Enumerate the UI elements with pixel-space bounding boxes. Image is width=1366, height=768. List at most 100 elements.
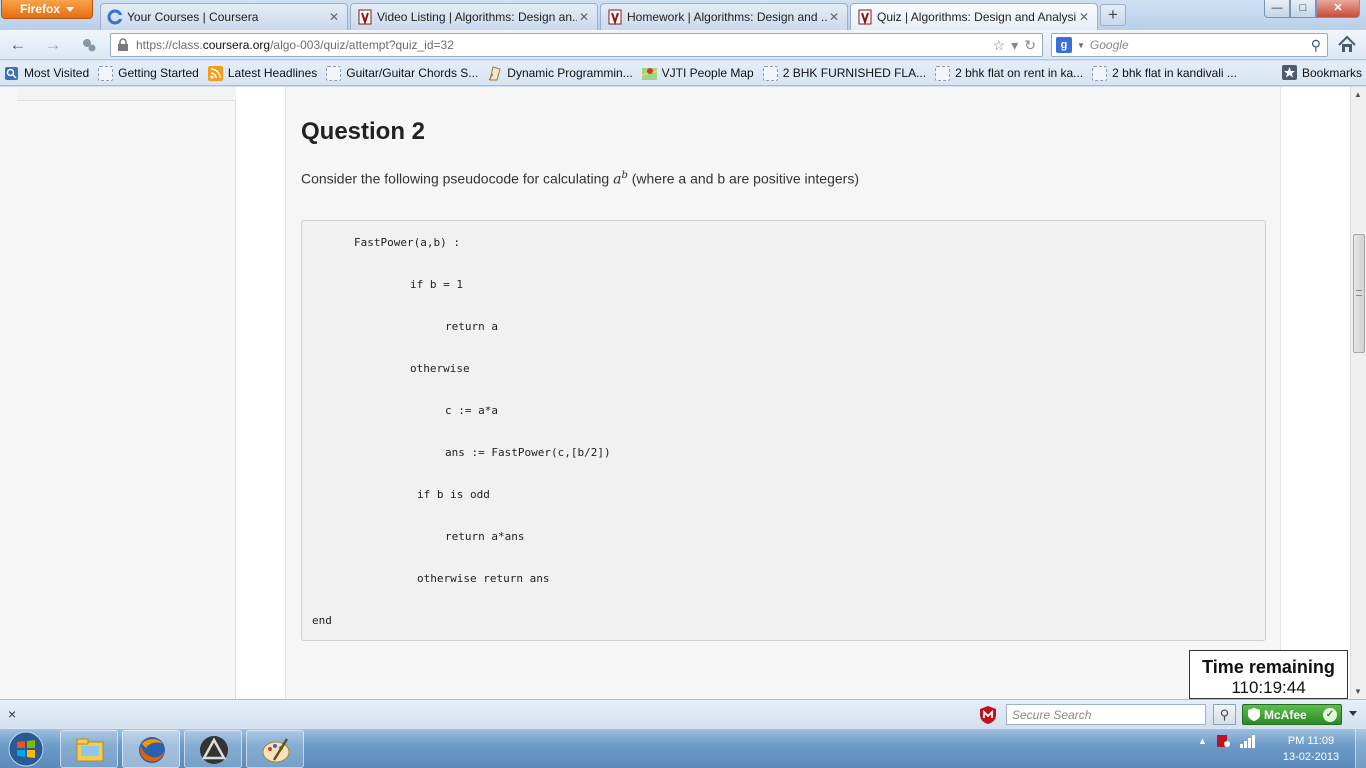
tab-close-icon[interactable]: ✕ [827,10,841,24]
bookmarks-star-icon [1281,65,1297,80]
system-tray: ▲ [1198,733,1257,749]
search-bar[interactable]: g ▼ Google ⚲ [1051,33,1328,57]
taskbar-explorer[interactable] [60,730,118,768]
search-engine-dropdown-icon[interactable]: ▼ [1077,41,1085,50]
bookmark-2bhk-furnished[interactable]: 2 BHK FURNISHED FLA... [762,65,926,81]
bookmark-2bhk-rent[interactable]: 2 bhk flat on rent in ka... [935,65,1083,81]
bookmark-latest-headlines[interactable]: Latest Headlines [207,65,318,81]
stanford-icon [358,9,372,25]
url-bar[interactable]: https://class. coursera.org/algo-003/quiz… [110,33,1043,57]
search-icon[interactable]: ⚲ [1311,37,1321,54]
code-line: otherwise [410,362,470,375]
tab-close-icon[interactable]: ✕ [1077,10,1091,24]
maximize-button[interactable]: □ [1290,0,1316,18]
tab-label: Quiz | Algorithms: Design and Analysi... [877,10,1077,24]
scroll-up-arrow-icon[interactable]: ▲ [1354,90,1362,99]
clock-date: 13-02-2013 [1282,751,1340,763]
bookmark-label: 2 bhk flat in kandivali ... [1112,66,1237,80]
url-domain: coursera.org [202,38,271,52]
bookmark-label: Dynamic Programmin... [507,66,633,80]
bookmark-dynamic-programming[interactable]: Dynamic Programmin... [487,65,633,81]
code-line: c := a*a [445,404,498,417]
stanford-icon [608,9,622,25]
bookmarks-menu-label: Bookmarks [1301,65,1362,80]
page-scrollbar[interactable]: ▲ ▼ [1350,87,1366,699]
right-margin [1282,87,1332,699]
secure-search-input[interactable]: Secure Search [1006,704,1206,725]
code-line: FastPower(a,b) : [354,236,460,249]
rss-icon [207,65,223,81]
bookmarks-toolbar: Most Visited Getting Started Latest Head… [0,61,1366,86]
time-remaining-box: Time remaining 110:19:44 [1189,650,1348,699]
bookmark-star-icon[interactable]: ☆ [993,37,1006,54]
new-tab-button[interactable]: + [1100,4,1126,26]
history-dropdown-icon[interactable]: ▾ [1011,37,1018,54]
sidebar-panel [17,87,236,101]
google-icon[interactable]: g [1056,37,1072,53]
left-sidebar [0,87,236,699]
coursera-icon [107,9,123,25]
bookmarks-menu-button[interactable]: Bookmarks [1281,65,1362,80]
taskbar-paint[interactable] [246,730,304,768]
code-line: if b is odd [417,488,490,501]
bookmark-empty-icon [935,65,951,81]
chevron-down-icon [66,6,74,12]
firefox-menu-button[interactable]: Firefox [1,0,93,19]
back-arrow-icon[interactable]: ← [7,34,29,56]
bookmark-label: VJTI People Map [661,66,754,80]
bookmark-2bhk-kandivali[interactable]: 2 bhk flat in kandivali ... [1092,65,1237,81]
triangle-app-icon [200,736,228,764]
taskbar-firefox[interactable] [122,730,180,768]
mcafee-site-advisor-button[interactable]: McAfee ✓ [1242,704,1342,725]
pseudocode-block: FastPower(a,b) : if b = 1 return a other… [301,220,1266,641]
mcafee-shield-icon[interactable] [978,705,998,725]
code-line: return a [445,320,498,333]
question-prompt: Consider the following pseudocode for ca… [301,170,859,188]
system-clock[interactable]: PM 11:09 13-02-2013 [1276,733,1346,765]
bookmark-most-visited[interactable]: Most Visited [4,66,89,81]
forward-arrow-icon[interactable]: → [42,34,64,56]
windows-start-icon[interactable] [6,731,46,767]
home-icon[interactable] [1336,34,1358,56]
prompt-text-after: (where a and b are positive integers) [627,170,859,187]
bookmark-label: Latest Headlines [227,66,318,80]
mcafee-tray-icon[interactable] [1215,733,1231,749]
bookmark-guitar-chords[interactable]: Guitar/Guitar Chords S... [326,65,478,81]
tab-strip: Firefox Your Courses | Coursera ✕ Video … [0,0,1366,30]
scroll-down-arrow-icon[interactable]: ▼ [1354,687,1362,696]
tab-close-icon[interactable]: ✕ [327,10,341,24]
bookmark-empty-icon [326,65,342,81]
close-addon-bar-icon[interactable]: × [8,706,16,722]
scrollbar-thumb[interactable] [1353,234,1365,353]
navigation-bar: ← → https://class. coursera.org/algo-003/… [0,30,1366,60]
bookmark-vjti-people-map[interactable]: VJTI People Map [641,66,754,81]
search-icon[interactable]: ⚲ [1213,704,1236,725]
grip-icon [1356,290,1362,296]
url-path: /algo-003/quiz/attempt?quiz_id=32 [270,38,454,52]
taskbar-app[interactable] [184,730,242,768]
addon-gear-icon[interactable] [78,34,100,56]
tab-quiz[interactable]: Quiz | Algorithms: Design and Analysi...… [850,3,1098,30]
timer-label: Time remaining [1202,657,1335,677]
tab-close-icon[interactable]: ✕ [577,10,591,24]
chevron-down-icon[interactable] [1349,711,1357,716]
close-window-button[interactable]: ✕ [1316,0,1360,18]
network-signal-icon[interactable] [1239,734,1257,748]
search-input[interactable]: Google [1090,38,1129,52]
code-line: if b = 1 [410,278,463,291]
minimize-button[interactable]: — [1264,0,1290,18]
bookmark-getting-started[interactable]: Getting Started [98,65,199,81]
firefox-menu-label: Firefox [19,2,60,16]
tab-video-listing[interactable]: Video Listing | Algorithms: Design an...… [350,3,598,30]
code-line: end [312,614,332,627]
tab-label: Video Listing | Algorithms: Design an... [377,10,577,24]
reload-icon[interactable]: ↻ [1024,37,1036,54]
show-desktop-button[interactable] [1355,729,1366,768]
tab-homework[interactable]: Homework | Algorithms: Design and ... ✕ [600,3,848,30]
check-icon: ✓ [1323,707,1337,722]
show-hidden-icons-icon[interactable]: ▲ [1198,736,1207,746]
url-prefix: https://class. [136,38,203,52]
stanford-icon [858,9,872,25]
code-line: otherwise return ans [417,572,550,585]
tab-your-courses[interactable]: Your Courses | Coursera ✕ [100,3,348,30]
